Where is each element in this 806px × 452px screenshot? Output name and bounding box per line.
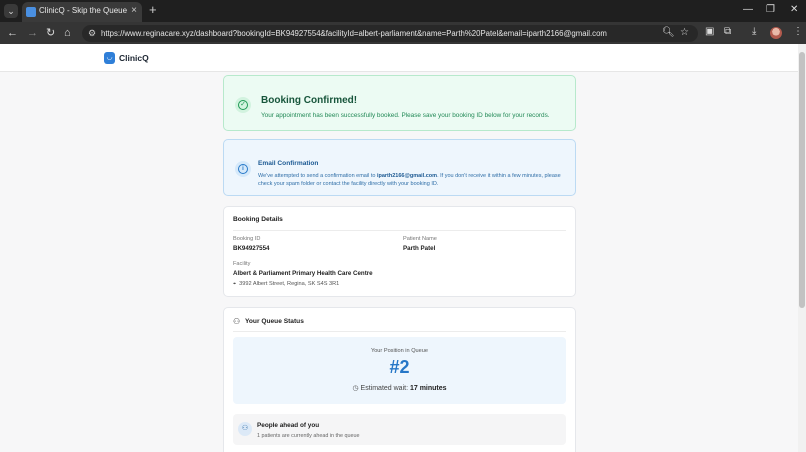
facility-label: Facility [233, 261, 251, 267]
browser-tab[interactable]: ClinicQ - Skip the Queue × [22, 2, 142, 22]
estimated-wait: ◷ Estimated wait: 17 minutes [352, 385, 447, 392]
email-notice-text: We've attempted to send a confirmation e… [258, 173, 561, 187]
clock-icon: ◷ [352, 385, 359, 392]
tab-favicon-icon [26, 7, 36, 17]
wait-value: 17 minutes [409, 385, 447, 392]
booking-id-label: Booking ID [233, 236, 261, 242]
tab-title: ClinicQ - Skip the Queue [39, 6, 128, 15]
confirmation-message: Your appointment has been successfully b… [261, 112, 550, 119]
map-pin-icon: ⌖ [233, 281, 237, 287]
queue-position-number: #2 [389, 357, 410, 377]
people-ahead-text: 1 patients are currently ahead in the qu… [257, 433, 360, 439]
reading-list-icon[interactable]: ▣ [705, 26, 714, 37]
email-confirmation-notice: i Email Confirmation We've attempted to … [223, 139, 576, 196]
facility-name: Albert & Parliament Primary Health Care … [233, 270, 373, 277]
app-header: ◡ ClinicQ [0, 44, 798, 72]
divider [233, 230, 566, 231]
facility-address: ⌖ 3992 Albert Street, Regina, SK S4S 3R1 [233, 281, 340, 287]
booking-details-heading: Booking Details [233, 216, 283, 223]
check-circle-icon: ✓ [235, 97, 251, 113]
queue-position-box: Your Position in Queue #2 ◷ Estimated wai… [233, 337, 566, 404]
patient-name-value: Parth Patel [403, 245, 436, 252]
email-address: iparth2166@gmail.com [376, 173, 438, 179]
app-logo-text[interactable]: ClinicQ [119, 53, 149, 63]
tab-close-icon[interactable]: × [131, 5, 137, 16]
people-icon: ⚇ [238, 422, 252, 436]
users-icon: ⚇ [233, 317, 241, 326]
minimize-icon[interactable]: — [743, 4, 753, 15]
people-ahead-title: People ahead of you [257, 422, 320, 429]
extensions-icon[interactable]: ⧉ [724, 26, 731, 37]
browser-toolbar: ← → ↻ ⌂ ⚙ https://www.reginacare.xyz/das… [0, 22, 806, 44]
reload-icon[interactable]: ↻ [46, 26, 55, 40]
queue-status-heading: Your Queue Status [245, 318, 304, 325]
email-notice-title: Email Confirmation [258, 160, 319, 167]
url-text[interactable]: https://www.reginacare.xyz/dashboard?boo… [101, 29, 607, 38]
window-close-icon[interactable]: ✕ [790, 4, 798, 15]
clinicq-logo-icon[interactable]: ◡ [104, 52, 115, 64]
new-tab-icon[interactable]: + [149, 3, 157, 17]
booking-details-card: Booking Details Booking ID BK94927554 Pa… [223, 206, 576, 297]
page-content: ◡ ClinicQ ✓ Booking Confirmed! Your appo… [0, 44, 798, 452]
bookmark-star-icon[interactable]: ☆ [680, 27, 689, 38]
booking-id-value: BK94927554 [233, 245, 270, 252]
queue-position-label: Your Position in Queue [370, 348, 428, 354]
back-icon[interactable]: ← [7, 26, 18, 40]
menu-icon[interactable]: ⋮ [793, 26, 803, 37]
page-scrollbar[interactable] [798, 44, 806, 452]
site-info-icon[interactable]: ⚙ [88, 28, 96, 39]
patient-name-label: Patient Name [403, 236, 437, 242]
browser-tab-bar: ⌄ ClinicQ - Skip the Queue × + — ❐ ✕ [0, 0, 806, 22]
downloads-icon[interactable]: ⤓ [752, 26, 756, 37]
scrollbar-thumb[interactable] [799, 52, 805, 308]
info-icon: i [235, 161, 251, 177]
divider [233, 331, 566, 332]
forward-icon[interactable]: → [27, 26, 38, 40]
people-ahead-box: ⚇ People ahead of you 1 patients are cur… [233, 414, 566, 445]
restore-icon[interactable]: ❐ [766, 4, 775, 15]
home-icon[interactable]: ⌂ [64, 26, 71, 40]
profile-avatar[interactable] [770, 27, 782, 39]
zoom-icon[interactable]: 🔍︎ [662, 27, 675, 38]
confirmation-title: Booking Confirmed! [261, 95, 358, 106]
address-bar[interactable]: ⚙ https://www.reginacare.xyz/dashboard?b… [82, 25, 698, 42]
booking-confirmed-banner: ✓ Booking Confirmed! Your appointment ha… [223, 75, 576, 131]
tab-search-icon[interactable]: ⌄ [4, 4, 18, 18]
queue-status-card: ⚇ Your Queue Status Your Position in Que… [223, 307, 576, 452]
